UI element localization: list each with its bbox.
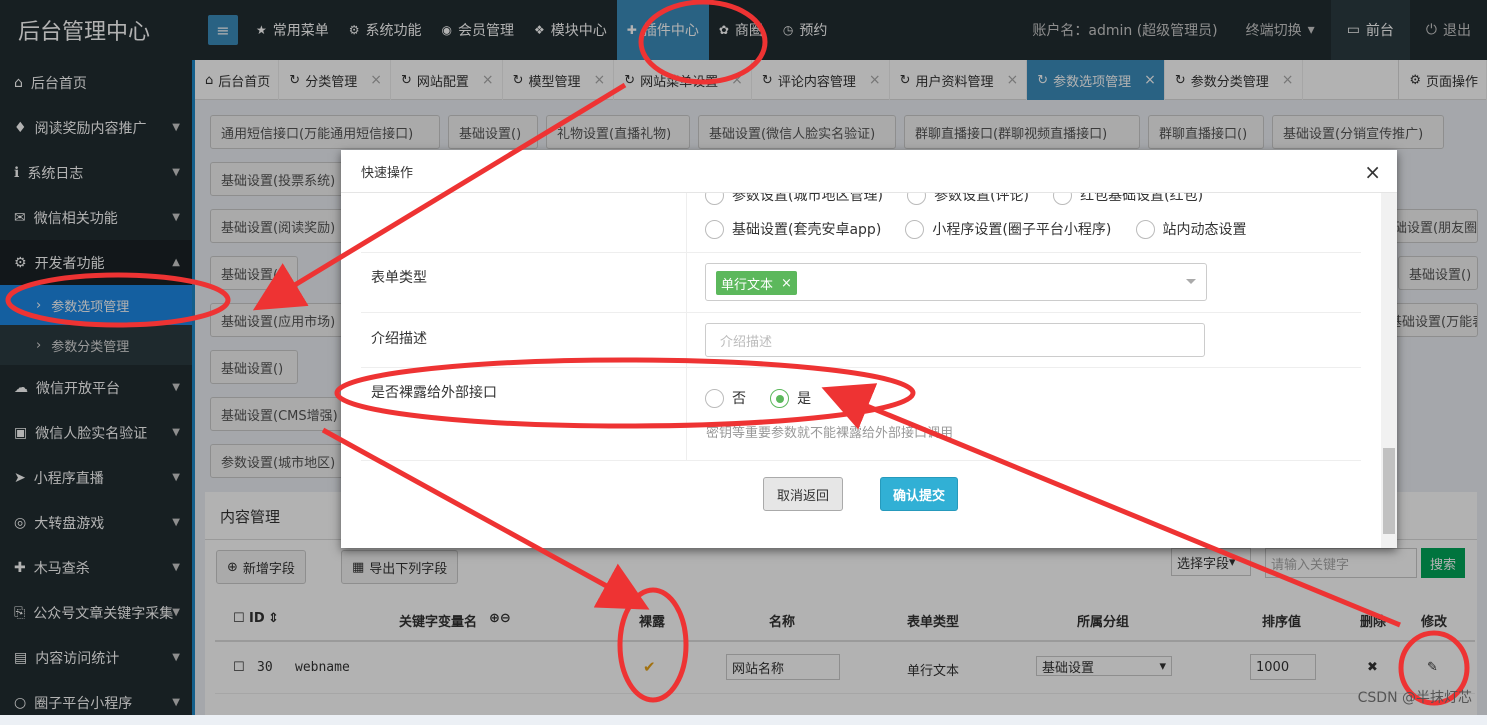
form-row-type: 表单类型 单行文本 ×	[361, 253, 1361, 313]
modal-title: 快速操作	[341, 150, 1397, 193]
radio-circle	[705, 219, 724, 239]
radio-comment[interactable]: 参数设置(评论)	[907, 193, 1029, 205]
radio-android-app[interactable]: 基础设置(套壳安卓app)	[705, 219, 881, 239]
group-radios-row: 基础设置(套壳安卓app) 小程序设置(圈子平台小程序) 站内动态设置	[705, 219, 1267, 243]
form-type-label: 表单类型	[371, 270, 427, 286]
close-icon[interactable]: ×	[1364, 160, 1381, 184]
desc-label: 介绍描述	[371, 331, 427, 347]
radio-circle	[705, 193, 724, 205]
cancel-button[interactable]: 取消返回	[763, 477, 843, 511]
radio-miniapp[interactable]: 小程序设置(圈子平台小程序)	[905, 219, 1111, 239]
radio-circle	[907, 193, 927, 205]
submit-button[interactable]: 确认提交	[880, 477, 958, 511]
watermark: CSDN @半抹灯芯	[1357, 690, 1472, 706]
caret-down-icon	[1186, 279, 1196, 284]
radio-site-dynamic[interactable]: 站内动态设置	[1135, 219, 1247, 239]
divider	[686, 368, 687, 460]
quick-action-modal: 快速操作 × 参数设置(城市地区管理) 参数设置(评论) 红包基础设置(红包) …	[341, 150, 1397, 548]
form-row-desc: 介绍描述 介绍描述	[361, 313, 1361, 368]
radio-circle-checked	[770, 388, 790, 408]
radio-circle	[1053, 193, 1073, 205]
close-icon[interactable]: ×	[781, 276, 792, 291]
radio-circle	[905, 219, 925, 239]
divider	[686, 193, 687, 252]
divider	[686, 313, 687, 367]
scrollbar-thumb[interactable]	[1383, 448, 1395, 534]
expose-label: 是否裸露给外部接口	[371, 385, 497, 401]
radio-city[interactable]: 参数设置(城市地区管理)	[705, 193, 883, 205]
divider	[686, 253, 687, 312]
expose-hint: 密钥等重要参数就不能裸露给外部接口调用	[706, 426, 954, 441]
modal-body: 参数设置(城市地区管理) 参数设置(评论) 红包基础设置(红包) 基础设置(套壳…	[349, 193, 1369, 538]
form-type-select[interactable]: 单行文本 ×	[705, 263, 1207, 301]
expose-radios: 否 是	[705, 388, 831, 412]
radio-redpack[interactable]: 红包基础设置(红包)	[1053, 193, 1203, 205]
radio-yes[interactable]: 是	[770, 388, 811, 408]
radio-circle	[705, 388, 724, 408]
form-row-expose: 是否裸露给外部接口 否 是 密钥等重要参数就不能裸露给外部接口调用	[361, 368, 1361, 461]
desc-input[interactable]: 介绍描述	[705, 323, 1205, 357]
group-radios-top: 参数设置(城市地区管理) 参数设置(评论) 红包基础设置(红包)	[705, 193, 1223, 209]
modal-scrollbar[interactable]	[1381, 193, 1397, 548]
radio-circle	[1135, 219, 1155, 239]
form-type-chip: 单行文本 ×	[716, 271, 797, 295]
form-row-group: 参数设置(城市地区管理) 参数设置(评论) 红包基础设置(红包) 基础设置(套壳…	[361, 193, 1361, 253]
radio-no[interactable]: 否	[705, 388, 746, 408]
